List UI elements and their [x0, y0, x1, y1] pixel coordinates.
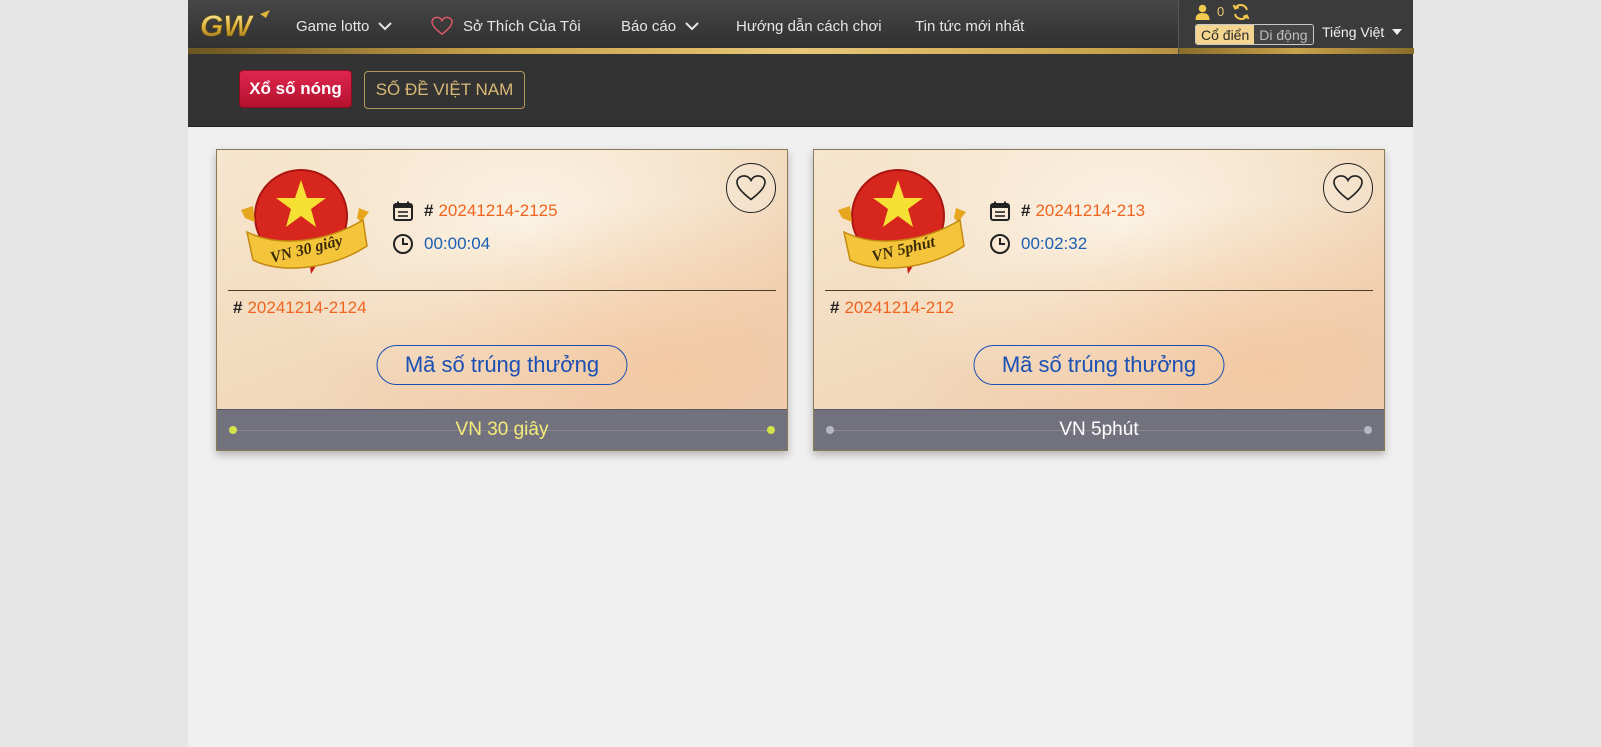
nav-latest-news-label: Tin tức mới nhất	[915, 17, 1025, 35]
vietnam-flag-badge: VN 30 giây	[241, 169, 369, 274]
countdown-row: 00:00:04	[392, 233, 490, 255]
previous-issue-row: # 20241214-212	[830, 298, 954, 318]
card-footer: VN 30 giây	[217, 409, 787, 450]
nav-latest-news[interactable]: Tin tức mới nhất	[915, 15, 1024, 37]
user-icon[interactable]	[1195, 4, 1210, 20]
footer-dot-right	[767, 426, 775, 434]
previous-issue-row: # 20241214-2124	[233, 298, 367, 318]
nav-how-to-play-label: Hướng dẫn cách chơi	[736, 17, 882, 35]
heart-outline-icon	[736, 175, 766, 201]
logo-text: GW	[200, 10, 254, 40]
current-issue-number: 20241214-213	[1035, 201, 1146, 220]
countdown-timer: 00:00:04	[424, 234, 491, 253]
footer-dot-left	[826, 426, 834, 434]
previous-issue-number: 20241214-212	[844, 298, 955, 317]
hash-symbol: #	[233, 298, 243, 317]
card-title: VN 30 giây	[455, 419, 549, 440]
heart-outline-icon	[1333, 175, 1363, 201]
vietnam-lottery-button[interactable]: SỐ ĐỀ VIỆT NAM	[364, 71, 525, 109]
card-divider	[825, 290, 1373, 291]
nav-game-lotto-label: Game lotto	[296, 17, 370, 35]
user-panel: 0 Cổ điển Di động Tiếng Việt	[1178, 0, 1414, 54]
heart-icon	[431, 16, 453, 36]
calendar-icon	[989, 200, 1011, 222]
favorite-button[interactable]	[726, 163, 776, 213]
user-count: 0	[1217, 4, 1225, 19]
game-card-vn5[interactable]: VN 5phút # 20241214-213 00:02:32 # 20241…	[813, 149, 1385, 451]
refresh-icon[interactable]	[1232, 3, 1250, 21]
display-mode-toggle: Cổ điển Di động	[1195, 24, 1314, 45]
calendar-icon	[392, 200, 414, 222]
clock-icon	[989, 233, 1011, 255]
mode-mobile-button[interactable]: Di động	[1254, 25, 1313, 44]
nav-reports[interactable]: Báo cáo	[621, 15, 699, 37]
hot-lottery-button[interactable]: Xổ số nóng	[239, 70, 352, 108]
countdown-row: 00:02:32	[989, 233, 1087, 255]
card-divider	[228, 290, 776, 291]
current-issue-row: # 20241214-213	[989, 200, 1145, 222]
caret-down-icon	[1392, 29, 1403, 35]
footer-dot-left	[229, 426, 237, 434]
current-issue-row: # 20241214-2125	[392, 200, 558, 222]
nav-favorites[interactable]: Sở Thích Của Tôi	[431, 15, 581, 37]
footer-dot-right	[1364, 426, 1372, 434]
hash-symbol: #	[830, 298, 840, 317]
card-footer: VN 5phút	[814, 409, 1384, 450]
gw-logo[interactable]: GW	[198, 10, 276, 40]
top-navbar: GW Game lotto Sở Thích Của Tôi Báo cáo H…	[188, 0, 1414, 54]
card-title: VN 5phút	[1059, 419, 1139, 440]
countdown-timer: 00:02:32	[1021, 234, 1088, 253]
nav-game-lotto[interactable]: Game lotto	[296, 15, 393, 37]
winning-numbers-button[interactable]: Mã số trúng thưởng	[973, 345, 1225, 385]
favorite-button[interactable]	[1323, 163, 1373, 213]
page-container: GW Game lotto Sở Thích Của Tôi Báo cáo H…	[188, 0, 1414, 747]
mode-classic-button[interactable]: Cổ điển	[1196, 25, 1255, 44]
previous-issue-number: 20241214-2124	[247, 298, 367, 317]
language-selector[interactable]: Tiếng Việt	[1322, 24, 1403, 40]
chevron-down-icon	[685, 21, 699, 31]
vietnam-flag-badge: VN 5phút	[838, 169, 966, 274]
chevron-down-icon	[378, 21, 393, 31]
language-label: Tiếng Việt	[1322, 24, 1385, 40]
nav-how-to-play[interactable]: Hướng dẫn cách chơi	[736, 15, 882, 37]
game-card-vn30[interactable]: VN 30 giây # 20241214-2125 00:00:04 # 20…	[216, 149, 788, 451]
clock-icon	[392, 233, 414, 255]
nav-reports-label: Báo cáo	[621, 17, 677, 35]
winning-numbers-button[interactable]: Mã số trúng thưởng	[376, 345, 628, 385]
nav-favorites-label: Sở Thích Của Tôi	[463, 17, 581, 35]
category-bar: Xổ số nóng SỐ ĐỀ VIỆT NAM	[188, 54, 1413, 127]
current-issue-number: 20241214-2125	[438, 201, 558, 220]
hash-symbol: #	[424, 201, 434, 220]
hash-symbol: #	[1021, 201, 1031, 220]
